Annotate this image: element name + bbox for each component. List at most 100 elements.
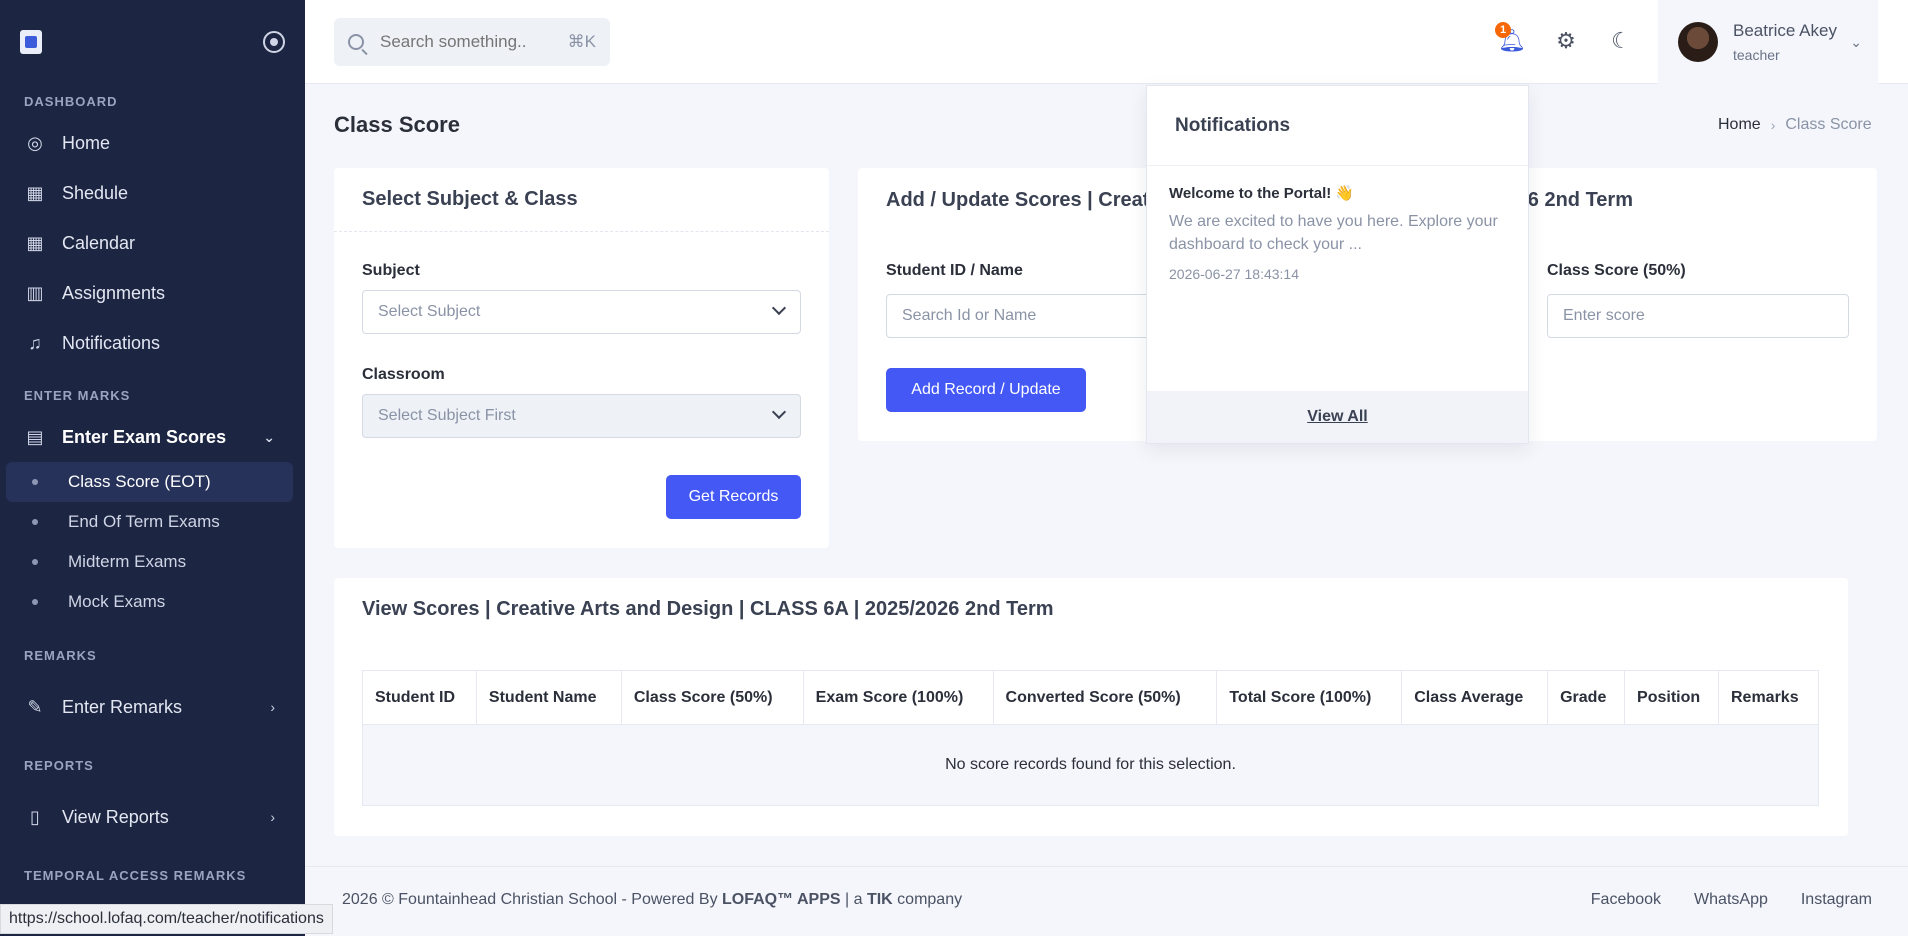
sidebar-subitem-mock[interactable]: Mock Exams [6, 582, 293, 622]
chevron-down-icon: ⌄ [263, 428, 275, 445]
chevron-down-icon [771, 300, 787, 316]
classroom-select-value: Select Subject First [378, 407, 516, 424]
scores-table-card: View Scores | Creative Arts and Design |… [334, 578, 1848, 836]
search-input[interactable] [380, 32, 555, 52]
sidebar-item-label: Enter Remarks [62, 696, 183, 717]
sidebar-item-notifications[interactable]: ♫ Notifications [0, 318, 305, 368]
view-all-link[interactable]: View All [1147, 391, 1528, 443]
sidebar-item-enter-exam-scores[interactable]: ▤ Enter Exam Scores ⌄ [0, 412, 305, 462]
column-header[interactable]: Class Score (50%) [620, 670, 804, 725]
breadcrumb: Home › Class Score [1718, 116, 1872, 134]
footer-link-instagram[interactable]: Instagram [1801, 891, 1872, 909]
chevron-down-icon: ⌄ [1850, 33, 1862, 50]
footer-brand: LOFAQ™ APPS [722, 891, 841, 908]
search-box[interactable]: ⌘K [334, 18, 610, 66]
calendar-icon: ▦ [26, 232, 44, 253]
breadcrumb-home[interactable]: Home [1718, 116, 1761, 134]
table-header-row: Student ID Student Name Class Score (50%… [362, 670, 1819, 725]
notification-count-badge: 1 [1495, 22, 1511, 38]
notification-message: We are excited to have you here. Explore… [1169, 213, 1498, 253]
footer-copyright: 2026 © Fountainhead Christian School - P… [342, 891, 962, 909]
moon-icon[interactable]: ☾ [1606, 26, 1636, 56]
column-header[interactable]: Class Average [1401, 670, 1549, 725]
books-icon: ▥ [26, 282, 44, 303]
column-header[interactable]: Grade [1547, 670, 1626, 725]
column-header[interactable]: Converted Score (50%) [992, 670, 1218, 725]
column-header[interactable]: Exam Score (100%) [802, 670, 994, 725]
footer-link-facebook[interactable]: Facebook [1591, 891, 1661, 909]
student-search-input[interactable]: Search Id or Name [886, 294, 1166, 338]
gear-icon[interactable]: ⚙ [1551, 26, 1581, 56]
class-score-input[interactable]: Enter score [1547, 294, 1849, 338]
notification-item[interactable]: Welcome to the Portal! 👋 We are excited … [1147, 166, 1528, 300]
subject-label: Subject [362, 262, 420, 279]
footer-separator: | a [840, 891, 867, 908]
chevron-right-icon: › [1770, 117, 1776, 133]
compass-icon: ◎ [27, 132, 43, 153]
column-header[interactable]: Student ID [362, 670, 477, 725]
get-records-button[interactable]: Get Records [666, 475, 801, 519]
column-header[interactable]: Student Name [475, 670, 622, 725]
sidebar-item-label: Notifications [62, 332, 161, 353]
bell-icon: ♫ [28, 332, 42, 353]
sidebar-section-remarks: REMARKS [24, 647, 97, 663]
sidebar-subitem-midterm[interactable]: Midterm Exams [6, 542, 293, 582]
column-header[interactable]: Total Score (100%) [1216, 670, 1403, 725]
card-title: Select Subject & Class [334, 168, 829, 232]
column-header[interactable]: Remarks [1718, 670, 1819, 725]
classroom-label: Classroom [362, 366, 445, 383]
user-role: teacher [1733, 47, 1780, 63]
sidebar-subitem-class-score[interactable]: Class Score (EOT) [6, 462, 293, 502]
breadcrumb-current: Class Score [1785, 116, 1872, 133]
notification-time: 2026-06-27 18:43:14 [1169, 266, 1299, 282]
sidebar-item-label: View Reports [62, 806, 169, 827]
sidebar-section-temporal: TEMPORAL ACCESS REMARKS [24, 867, 247, 883]
user-name: Beatrice Akey [1733, 21, 1837, 40]
card-title-left: Add / Update Scores | Creat [886, 188, 1150, 211]
sidebar-item-label: Calendar [62, 232, 136, 253]
pencil-icon: ✎ [27, 696, 43, 717]
sidebar-item-view-reports[interactable]: ▯ View Reports › [0, 792, 305, 842]
footer-copyright-text: 2026 © Fountainhead Christian School - P… [342, 891, 718, 908]
user-info: Beatrice Akey teacher [1733, 21, 1837, 63]
add-record-button[interactable]: Add Record / Update [886, 368, 1086, 412]
footer-link-whatsapp[interactable]: WhatsApp [1694, 891, 1768, 909]
empty-table-message: No score records found for this selectio… [362, 724, 1819, 806]
footer-links: Facebook WhatsApp Instagram [1591, 891, 1872, 909]
sidebar-header [0, 0, 305, 84]
clipboard-clock-icon: ▤ [26, 426, 44, 447]
sidebar-item-calendar[interactable]: ▦ Calendar [0, 218, 305, 268]
browser-status-url: https://school.lofaq.com/teacher/notific… [0, 904, 333, 934]
sidebar-item-shedule[interactable]: ▦ Shedule [0, 168, 305, 218]
avatar [1678, 22, 1718, 62]
sidebar-subitem-end-of-term[interactable]: End Of Term Exams [6, 502, 293, 542]
student-label: Student ID / Name [886, 262, 1023, 279]
sidebar-item-label: Home [62, 132, 111, 153]
calendar-icon: ▦ [26, 182, 44, 203]
sidebar-item-assignments[interactable]: ▥ Assignments [0, 268, 305, 318]
notification-title: Welcome to the Portal! 👋 [1169, 185, 1355, 202]
footer-suffix: company [892, 891, 963, 908]
user-menu[interactable]: Beatrice Akey teacher ⌄ [1658, 0, 1878, 84]
classroom-select[interactable]: Select Subject First [362, 394, 801, 438]
topbar: ⌘K 🔔︎ 1 ⚙ ☾ Beatrice Akey teacher ⌄ [305, 0, 1908, 84]
notifications-dropdown: Notifications Welcome to the Portal! 👋 W… [1146, 85, 1529, 444]
sidebar-toggle-icon[interactable] [263, 31, 285, 53]
table-row: No score records found for this selectio… [362, 724, 1819, 806]
notifications-title: Notifications [1147, 86, 1528, 166]
sidebar-section-reports: REPORTS [24, 757, 94, 773]
sidebar-item-label: Shedule [62, 182, 129, 203]
sidebar-item-enter-remarks[interactable]: ✎ Enter Remarks › [0, 682, 305, 732]
page-title: Class Score [334, 112, 460, 137]
sidebar-section-dashboard: DASHBOARD [24, 93, 118, 109]
sidebar: DASHBOARD ◎ Home ▦ Shedule ▦ Calendar ▥ … [0, 0, 305, 936]
school-logo[interactable] [20, 30, 42, 54]
sidebar-item-home[interactable]: ◎ Home [0, 118, 305, 168]
scores-table-title: View Scores | Creative Arts and Design |… [362, 598, 1054, 620]
subject-select[interactable]: Select Subject [362, 290, 801, 334]
column-header[interactable]: Position [1624, 670, 1719, 725]
sidebar-section-enter-marks: ENTER MARKS [24, 387, 131, 403]
search-icon [348, 34, 364, 50]
sidebar-item-label: Enter Exam Scores [62, 426, 227, 447]
search-shortcut: ⌘K [567, 32, 596, 51]
